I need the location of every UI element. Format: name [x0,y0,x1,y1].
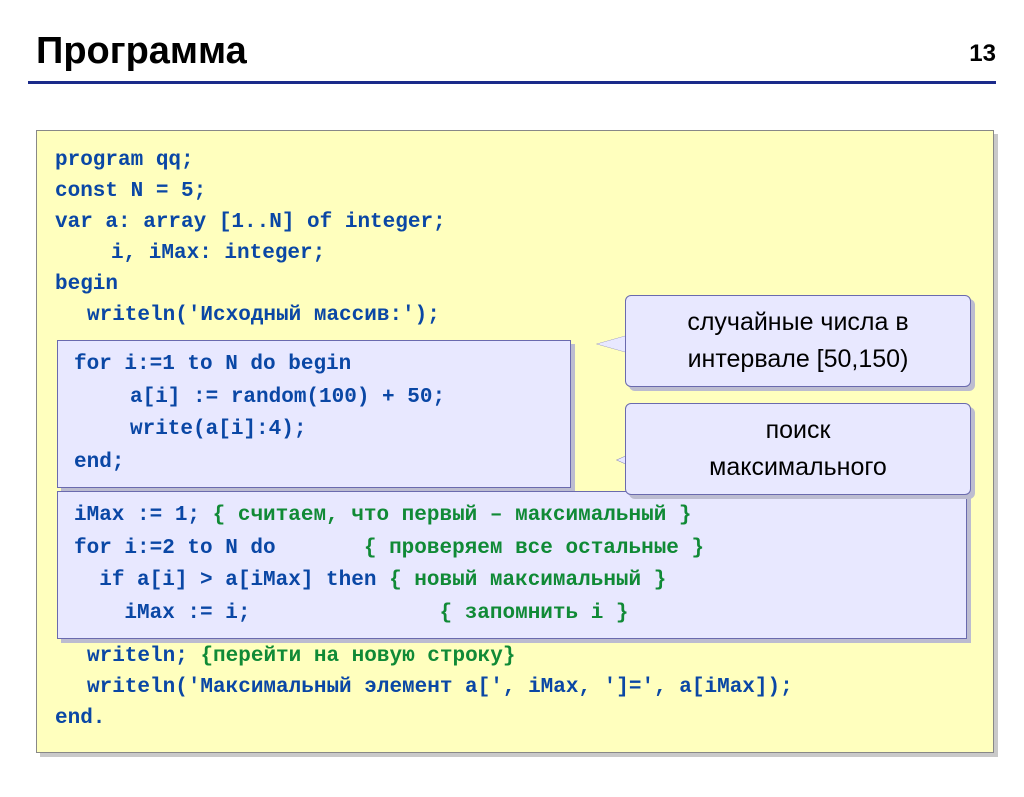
callout-random-numbers: случайные числа в интервале [50,150) [625,295,971,387]
code-line: i, iMax: integer; [55,238,975,269]
callout-text: поиск [766,416,831,444]
code-line: end. [55,703,975,734]
code-line: writeln('Максимальный элемент a[', iMax,… [55,672,975,703]
code-line: iMax := 1; { считаем, что первый – макси… [74,500,950,533]
callout-find-max: поиск максимального [625,403,971,495]
code-inset-random: for i:=1 to N do begin a[i] := random(10… [57,340,571,488]
code-inset-maxsearch: iMax := 1; { считаем, что первый – макси… [57,491,967,639]
page-number: 13 [969,40,996,68]
code-line: writeln; {перейти на новую строку} [55,641,975,672]
code-line: end; [74,447,554,480]
code-line: var a: array [1..N] of integer; [55,207,975,238]
code-line: iMax := i; { запомнить i } [74,598,950,631]
code-line: if a[i] > a[iMax] then { новый максималь… [74,565,950,598]
code-line: a[i] := random(100) + 50; [74,382,554,415]
code-line: program qq; [55,145,975,176]
page-title: Программа [36,30,1024,73]
code-line: const N = 5; [55,176,975,207]
code-panel: program qq; const N = 5; var a: array [1… [36,130,994,753]
callout-text: случайные числа в [687,308,908,336]
title-divider [28,81,996,84]
code-line: write(a[i]:4); [74,414,554,447]
code-line: for i:=1 to N do begin [74,349,554,382]
callout-text: максимального [709,453,887,481]
code-line: for i:=2 to N do { проверяем все остальн… [74,533,950,566]
callout-text: интервале [50,150) [688,345,909,373]
